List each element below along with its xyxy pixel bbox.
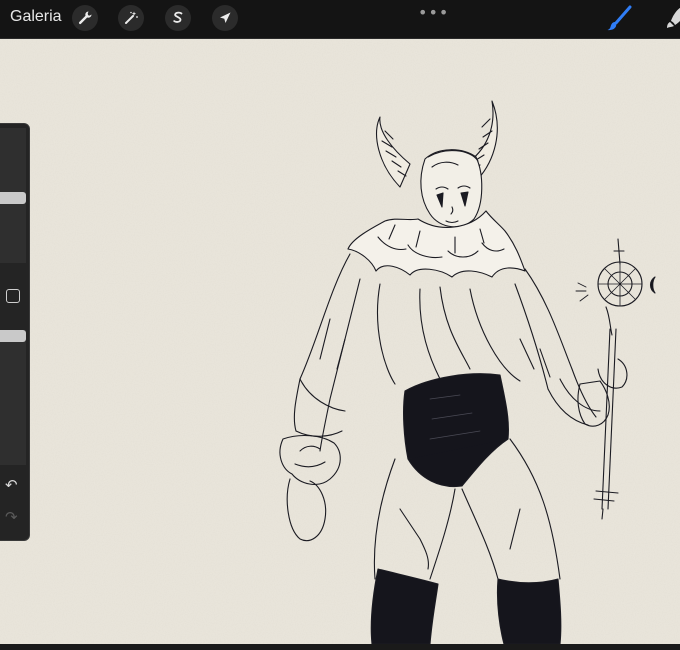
gallery-button[interactable]: Galeria: [10, 8, 62, 26]
bottom-edge: [0, 644, 680, 650]
brush-size-handle[interactable]: [0, 192, 26, 204]
brush-opacity-slider[interactable]: [0, 330, 26, 465]
actions-button[interactable]: [72, 5, 98, 31]
selection-s-icon: [173, 11, 183, 23]
smudge-icon[interactable]: [660, 3, 680, 33]
selection-button[interactable]: [165, 5, 191, 31]
brush-icon[interactable]: [604, 4, 634, 34]
brush-size-slider[interactable]: [0, 128, 26, 263]
character-sketch: [279, 100, 656, 644]
transform-button[interactable]: [212, 5, 238, 31]
top-toolbar: Galeria •••: [0, 0, 680, 39]
brush-opacity-handle[interactable]: [0, 330, 26, 342]
modify-button[interactable]: [6, 289, 20, 303]
redo-button[interactable]: ↷: [5, 508, 18, 526]
arrow-cursor-icon: [220, 12, 231, 23]
more-options-button[interactable]: •••: [418, 3, 449, 22]
magic-wand-icon: [125, 11, 138, 24]
drawing-canvas[interactable]: [0, 39, 680, 644]
undo-button[interactable]: ↶: [5, 476, 18, 494]
adjustments-button[interactable]: [118, 5, 144, 31]
wrench-icon: [78, 11, 92, 25]
left-sidebar: ↶ ↷: [0, 123, 30, 541]
